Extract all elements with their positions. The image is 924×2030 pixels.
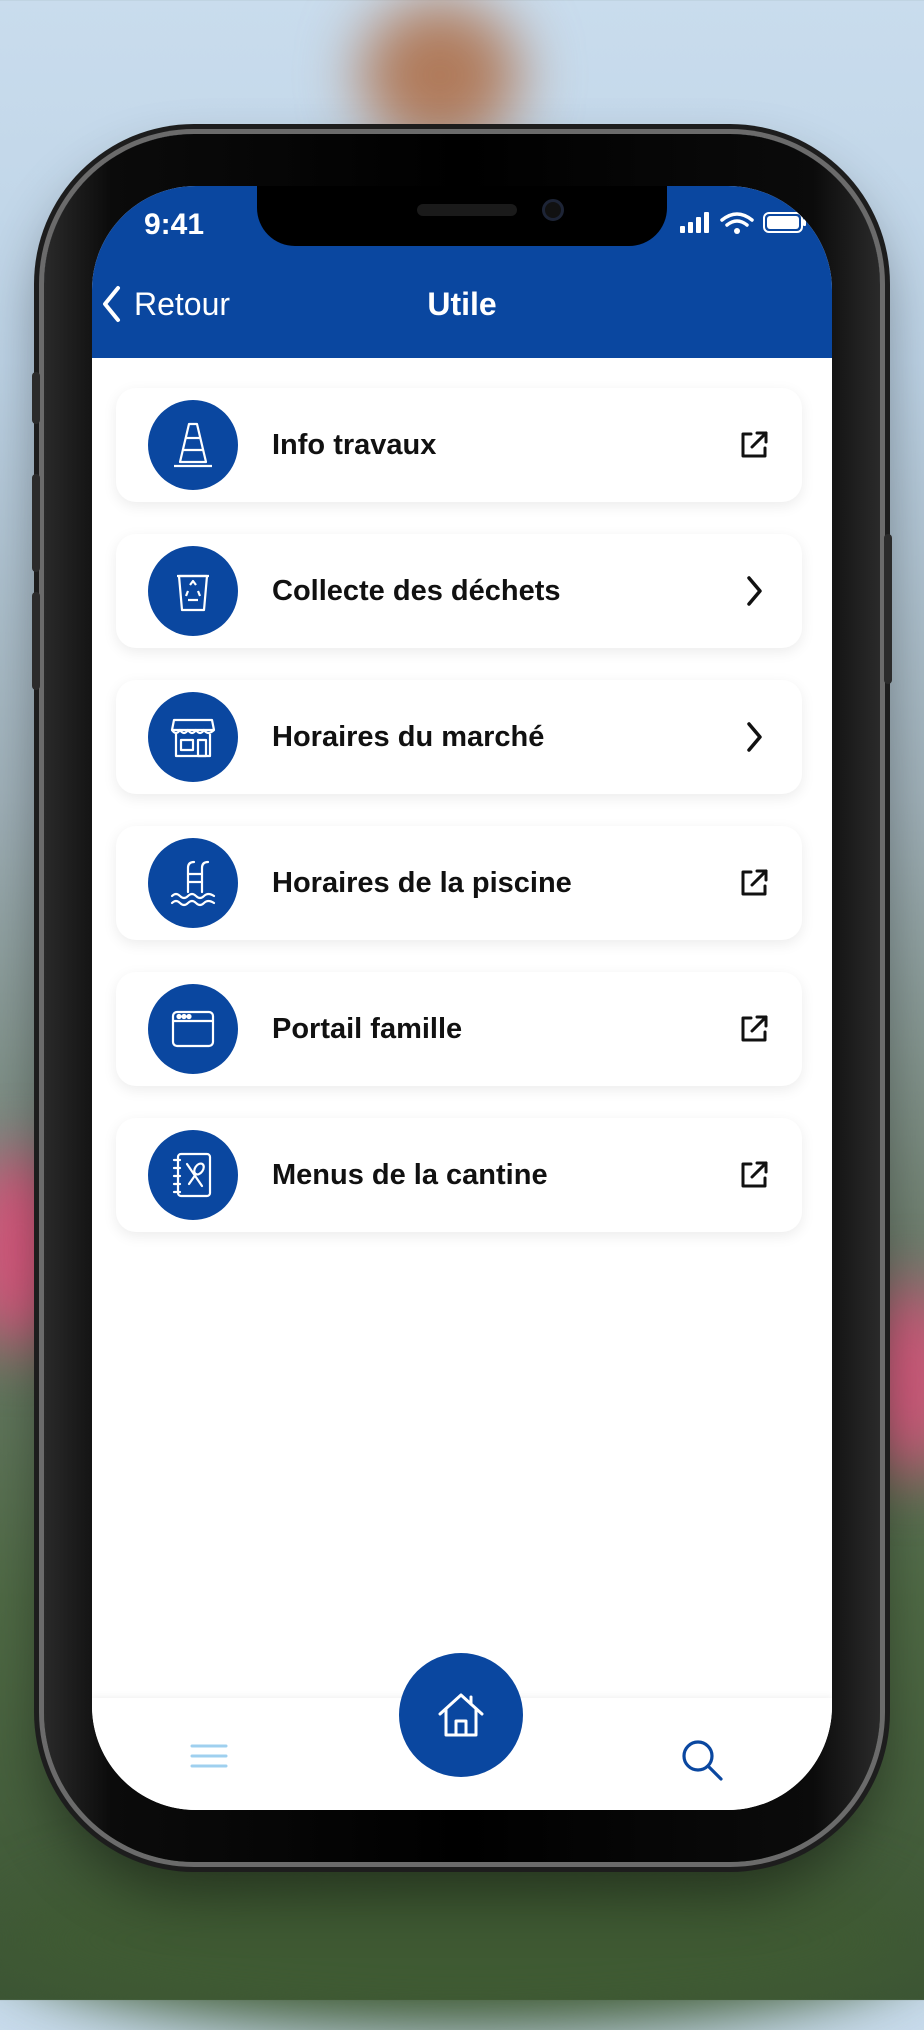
notch [257,186,667,246]
item-label: Info travaux [272,428,437,461]
market-stall-icon [148,692,238,782]
battery-icon [763,212,806,233]
chevron-right-icon [724,707,784,767]
wifi-icon [720,212,754,227]
item-label: Menus de la cantine [272,1158,548,1191]
item-label: Horaires du marché [272,720,545,753]
pool-ladder-icon [148,838,238,928]
traffic-cone-icon [148,400,238,490]
item-label: Collecte des déchets [272,574,561,607]
item-label: Portail famille [272,1012,463,1045]
list-item-horaires-piscine[interactable]: Horaires de la piscine [116,826,802,940]
page-title: Utile [427,286,497,322]
speaker [417,204,517,216]
browser-window-icon [148,984,238,1074]
list-item-info-travaux[interactable]: Info travaux [116,388,802,502]
home-icon [438,1693,484,1737]
chevron-right-icon [724,561,784,621]
list-item-collecte-dechets[interactable]: Collecte des déchets [116,534,802,648]
power-button [884,534,892,684]
background-dome [360,0,520,150]
external-link-icon [724,853,784,913]
content-list: Info travaux Collecte des déchets Horair… [92,358,832,1678]
list-item-horaires-marche[interactable]: Horaires du marché [116,680,802,794]
screen: 9:41 Retour Utile Info travaux Collecte … [92,186,832,1810]
external-link-icon [724,999,784,1059]
menu-book-icon [148,1130,238,1220]
status-time: 9:41 [144,208,205,241]
recycle-bin-icon [148,546,238,636]
list-item-menus-cantine[interactable]: Menus de la cantine [116,1118,802,1232]
external-link-icon [724,415,784,475]
hamburger-menu-icon[interactable] [189,1742,229,1775]
list-item-portail-famille[interactable]: Portail famille [116,972,802,1086]
volume-down-button [32,592,40,690]
phone-frame: 9:41 Retour Utile Info travaux Collecte … [32,134,892,1862]
signal-icon [680,212,709,233]
home-button[interactable] [399,1653,523,1777]
top-bar: 9:41 Retour Utile [92,186,832,358]
front-camera [542,199,564,221]
side-button [32,372,40,424]
volume-up-button [32,474,40,572]
background-foliage [0,1850,924,2030]
external-link-icon [724,1145,784,1205]
item-label: Horaires de la piscine [272,866,572,899]
search-icon[interactable] [680,1738,724,1787]
status-icons [678,208,808,238]
